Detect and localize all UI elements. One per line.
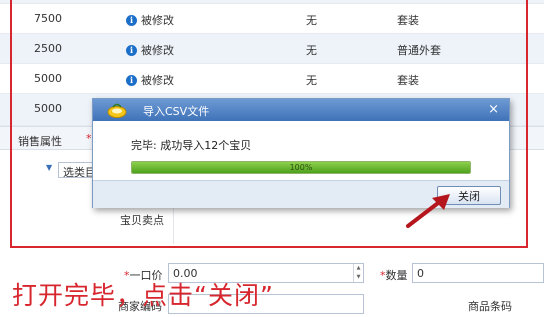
info-icon: i xyxy=(126,44,137,56)
table-row[interactable]: 5000 i 被修改 无 套装 xyxy=(0,64,544,94)
status-cell: i 被修改 xyxy=(126,12,174,28)
progress-bar: 100% xyxy=(131,161,471,174)
dialog-title: 导入CSV文件 xyxy=(143,105,210,118)
dropdown-arrow-icon[interactable]: ▼ xyxy=(46,163,52,172)
status-text: 被修改 xyxy=(141,14,174,27)
status-text: 被修改 xyxy=(141,74,174,87)
inventory-cell: 无 xyxy=(306,74,317,87)
barcode-label: 商品条码 xyxy=(468,300,512,313)
progress-text: 100% xyxy=(289,163,313,172)
instruction-caption: 打开完毕，点击“关闭” xyxy=(12,281,274,310)
close-icon[interactable]: × xyxy=(488,102,499,117)
category-select[interactable]: ▼ 选类目 xyxy=(0,160,102,178)
price-cell: 2500 xyxy=(34,42,62,55)
app-logo-icon xyxy=(107,103,127,118)
table-row[interactable]: 7500 i 被修改 无 套装 xyxy=(0,4,544,34)
required-mark: * xyxy=(86,132,92,145)
annotation-arrow-icon xyxy=(406,194,450,228)
selling-point-label: 宝贝卖点 xyxy=(120,214,164,227)
quantity-value: 0 xyxy=(417,267,424,280)
import-status-message: 完毕: 成功导入12个宝贝 xyxy=(131,139,252,152)
dialog-title-bar[interactable]: 导入CSV文件 × xyxy=(93,99,509,121)
table-row[interactable]: 2500 i 被修改 无 普通外套 xyxy=(0,34,544,64)
category-cell: 套装 xyxy=(397,14,419,27)
inventory-cell: 无 xyxy=(306,44,317,57)
quantity-input[interactable]: 0 xyxy=(412,263,544,283)
quantity-label: *数量 xyxy=(380,269,408,282)
status-cell: i 被修改 xyxy=(126,72,174,88)
category-cell: 套装 xyxy=(397,74,419,87)
price-cell: 5000 xyxy=(34,102,62,115)
price-cell: 5000 xyxy=(34,72,62,85)
status-cell: i 被修改 xyxy=(126,42,174,58)
info-icon: i xyxy=(126,74,137,86)
spinner-icon[interactable]: ▲ ▼ xyxy=(353,264,363,282)
inventory-cell: 无 xyxy=(306,14,317,27)
sales-attributes-label: 销售属性 xyxy=(18,135,62,148)
category-cell: 普通外套 xyxy=(397,44,441,57)
status-text: 被修改 xyxy=(141,44,174,57)
price-cell: 7500 xyxy=(34,12,62,25)
info-icon: i xyxy=(126,14,137,26)
